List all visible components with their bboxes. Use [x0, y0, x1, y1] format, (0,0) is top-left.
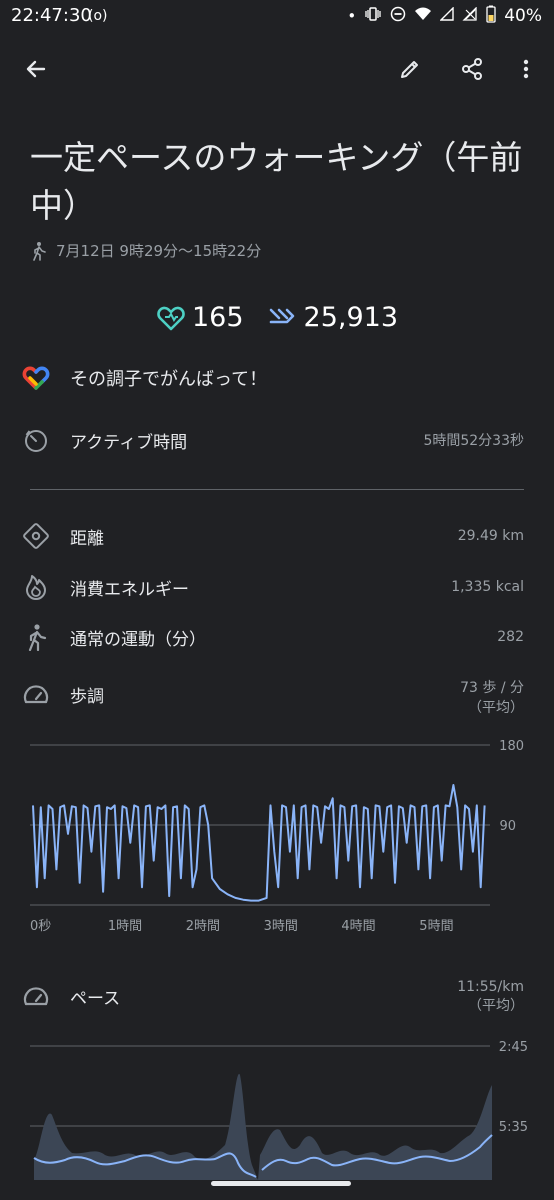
- x-tick-label: 4時間: [341, 919, 375, 934]
- pace-value-note: （平均）: [468, 998, 524, 1014]
- steps-value: 25,913: [303, 302, 399, 333]
- location-pin-icon: [22, 522, 50, 550]
- y-tick-label: 5:35: [499, 1120, 528, 1135]
- status-right-icons: • 40%: [347, 5, 542, 27]
- heart-points-value: 165: [191, 302, 244, 333]
- pace-area-segment: [258, 1085, 492, 1180]
- energy-row: 消費エネルギー 1,335 kcal: [22, 573, 524, 601]
- cadence-row: 歩調 73 歩 / 分 （平均）: [22, 677, 524, 717]
- google-fit-heart-icon: [22, 366, 50, 390]
- active-time-row: アクティブ時間 5時間52分33秒: [22, 426, 524, 454]
- move-minutes-row: 通常の運動（分） 282: [22, 623, 524, 651]
- pace-label: ペース: [70, 989, 121, 1009]
- move-minutes-label: 通常の運動（分）: [70, 629, 206, 650]
- cadence-label: 歩調: [70, 687, 104, 707]
- activity-subtitle: 7月12日 9時29分～15時22分: [30, 240, 261, 261]
- cadence-value-main: 73 歩 / 分: [460, 680, 524, 696]
- back-button[interactable]: [14, 47, 58, 91]
- hotspot-status-icon: (o): [88, 8, 108, 24]
- more-options-button[interactable]: [504, 47, 548, 91]
- speedometer-icon: [22, 983, 50, 1011]
- encouragement-text: その調子でがんばって！: [70, 369, 268, 390]
- edit-button[interactable]: [388, 47, 432, 91]
- pace-area-segment: [34, 1073, 258, 1180]
- cadence-value-note: （平均）: [468, 700, 524, 716]
- dnd-icon: [390, 6, 406, 26]
- signal-icon: [439, 6, 454, 25]
- activity-date-time: 7月12日 9時29分～15時22分: [56, 242, 262, 260]
- steps-icon: [269, 308, 294, 323]
- pace-row: ペース 11:55/km （平均）: [22, 979, 524, 1015]
- cadence-chart: 180 90 0秒 1時間 2時間 3時間 4時間 5時間: [0, 734, 554, 944]
- wifi-icon: [414, 7, 432, 25]
- activity-title: 一定ペースのウォーキング（午前中）: [30, 138, 523, 225]
- timer-icon: [22, 426, 50, 454]
- walking-icon: [33, 241, 46, 261]
- y-tick-label: 180: [499, 739, 524, 754]
- battery-icon: [486, 5, 496, 27]
- y-tick-label: 2:45: [499, 1040, 528, 1055]
- distance-row: 距離 29.49 km: [22, 522, 524, 550]
- vibrate-icon: [364, 7, 382, 25]
- x-tick-label: 3時間: [264, 919, 298, 934]
- walking-person-icon: [22, 623, 50, 651]
- move-minutes-value: 282: [497, 629, 524, 645]
- pencil-icon: [401, 61, 418, 78]
- cadence-series-line: [32, 784, 486, 902]
- heart-points-icon: [157, 306, 185, 330]
- pace-chart-svg: 2:45 5:35: [30, 1040, 528, 1180]
- metrics-summary: 165 25,913: [0, 302, 554, 333]
- x-tick-label: 5時間: [419, 919, 453, 934]
- status-bar: 22:47:30 (o) • 40%: [0, 0, 554, 34]
- y-tick-label: 90: [499, 819, 516, 834]
- distance-label: 距離: [70, 528, 104, 549]
- status-time: 22:47:30: [11, 5, 92, 26]
- gesture-nav-handle[interactable]: [211, 1181, 351, 1186]
- encouragement: その調子でがんばって！: [22, 365, 267, 391]
- x-tick-label: 2時間: [186, 919, 220, 934]
- pace-value-main: 11:55/km: [457, 979, 524, 995]
- x-tick-label: 0秒: [30, 919, 51, 934]
- more-vert-icon: [523, 59, 529, 79]
- dot-icon: •: [347, 7, 357, 25]
- cadence-chart-svg: 180 90 0秒 1時間 2時間 3時間 4時間 5時間: [30, 739, 524, 934]
- active-time-label: アクティブ時間: [70, 432, 188, 453]
- arrow-left-icon: [26, 60, 46, 78]
- pace-chart: 2:45 5:35: [0, 1035, 554, 1180]
- cadence-value: 73 歩 / 分 （平均）: [460, 677, 524, 717]
- heart-points: 165: [156, 302, 244, 333]
- no-signal-icon: [462, 6, 478, 25]
- steps: 25,913: [268, 302, 398, 333]
- energy-value: 1,335 kcal: [451, 579, 524, 595]
- distance-value: 29.49 km: [457, 528, 524, 544]
- share-button[interactable]: [450, 47, 494, 91]
- share-icon: [462, 58, 482, 80]
- active-time-value: 5時間52分33秒: [423, 433, 524, 449]
- x-tick-label: 1時間: [108, 919, 142, 934]
- fire-icon: [22, 573, 50, 601]
- pace-value: 11:55/km （平均）: [457, 979, 524, 1015]
- battery-percent: 40%: [504, 6, 542, 26]
- section-divider: [30, 489, 524, 490]
- speedometer-icon: [22, 681, 50, 709]
- energy-label: 消費エネルギー: [70, 579, 189, 600]
